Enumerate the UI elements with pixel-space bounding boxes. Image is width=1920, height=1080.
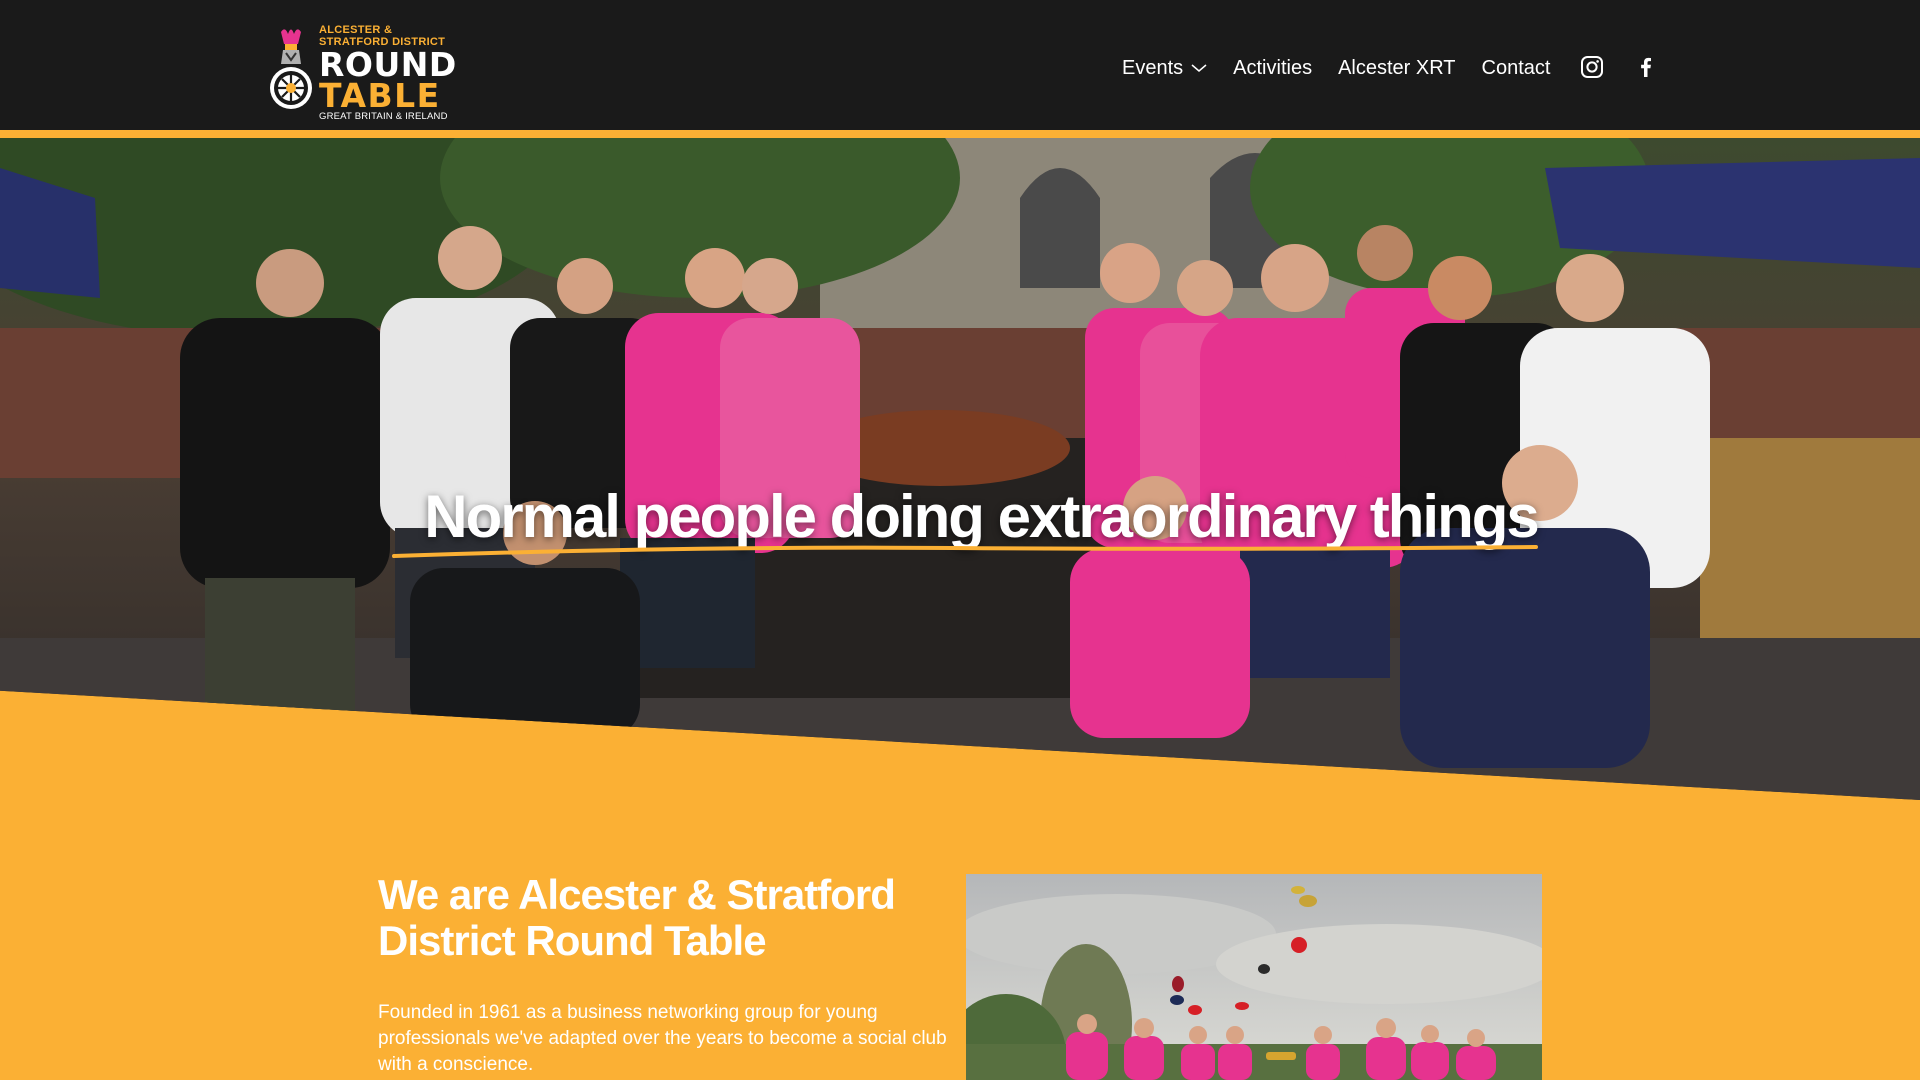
intro-heading: We are Alcester & Stratford District Rou… (378, 871, 896, 964)
hero-title-underline (392, 545, 1538, 558)
logo-table: TABLE (319, 76, 441, 115)
nav-item-activities[interactable]: Activities (1233, 52, 1312, 84)
facebook-icon[interactable] (1634, 55, 1658, 79)
nav-item-alcester-xrt[interactable]: Alcester XRT (1338, 52, 1455, 84)
team-photo (966, 874, 1542, 1080)
site-logo[interactable]: ALCESTER & STRATFORD DISTRICT ROUND TABL… (268, 24, 478, 122)
hero-banner: Normal people doing extraordinary things (0, 138, 1920, 800)
chevron-down-icon (1191, 64, 1207, 72)
instagram-icon[interactable] (1580, 55, 1604, 79)
nav-item-activities-label: Activities (1233, 57, 1313, 79)
logo-wordmark: ALCESTER & STRATFORD DISTRICT ROUND TABL… (319, 24, 457, 122)
round-table-emblem-icon (270, 29, 312, 109)
site-header: ALCESTER & STRATFORD DISTRICT ROUND TABL… (0, 0, 1920, 134)
nav-item-contact[interactable]: Contact (1482, 52, 1551, 84)
nav-item-alcester-xrt-label: Alcester XRT (1338, 57, 1456, 79)
hero-title: Normal people doing extraordinary things (424, 483, 1540, 550)
social-links (1580, 55, 1658, 79)
logo-line-1: ALCESTER & (319, 24, 393, 36)
nav-item-contact-label: Contact (1481, 57, 1551, 79)
nav-item-events[interactable]: Events (1122, 52, 1207, 84)
main-nav: Events Activities Alcester XRT Contact (1122, 52, 1550, 84)
nav-item-events-label: Events (1122, 57, 1184, 79)
group-photo-image (0, 138, 1920, 800)
team-photo-image (966, 874, 1542, 1080)
intro-paragraph: Founded in 1961 as a business networking… (378, 1002, 947, 1075)
logo-subtitle: GREAT BRITAIN & IRELAND (319, 111, 448, 122)
